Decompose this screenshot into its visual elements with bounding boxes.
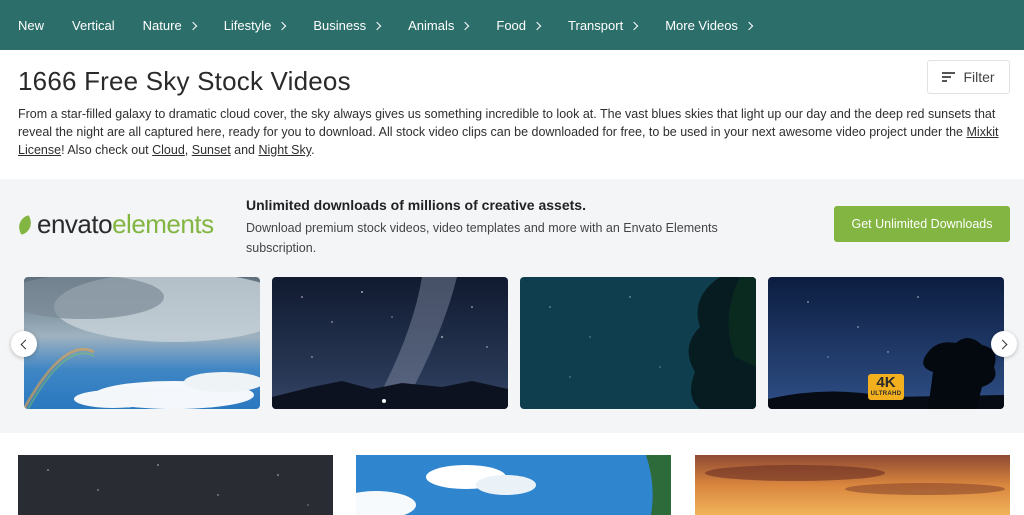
nav-item-label: Transport bbox=[568, 17, 624, 33]
chevron-right-icon bbox=[278, 21, 287, 30]
nav-item-label: Nature bbox=[142, 17, 182, 33]
nav-item-label: Business bbox=[313, 17, 367, 33]
nav-item-business[interactable]: Business bbox=[313, 17, 382, 33]
intro-separator: , bbox=[184, 143, 192, 157]
starry-sky-image bbox=[18, 455, 333, 515]
intro-paragraph: From a star-filled galaxy to dramatic cl… bbox=[18, 105, 1008, 159]
carousel-next-button[interactable] bbox=[991, 331, 1017, 357]
envato-banner: envato elements Unlimited downloads of mi… bbox=[0, 179, 1024, 433]
night-sky-link[interactable]: Night Sky bbox=[258, 143, 311, 157]
chevron-right-icon bbox=[372, 21, 382, 30]
chevron-right-icon bbox=[744, 21, 754, 30]
nav-item-nature[interactable]: Nature bbox=[142, 17, 197, 33]
nav-item-label: Vertical bbox=[72, 17, 115, 33]
video-thumbnail-night-tree[interactable]: 4K ULTRAHD bbox=[768, 277, 1004, 409]
banner-subtitle: Download premium stock videos, video tem… bbox=[246, 221, 718, 255]
badge-4k-text: 4K bbox=[876, 374, 896, 391]
top-nav: New Vertical Nature Lifestyle Business A… bbox=[0, 0, 1024, 50]
logo-text-envato: envato bbox=[37, 209, 113, 239]
chevron-left-icon bbox=[20, 339, 31, 349]
intro-separator: and bbox=[230, 143, 259, 157]
sunset-clouds-image bbox=[695, 455, 1010, 515]
starry-trees-image bbox=[520, 277, 756, 409]
sunset-link[interactable]: Sunset bbox=[192, 143, 231, 157]
chevron-right-icon bbox=[629, 21, 639, 30]
intro-text: ! Also check out bbox=[61, 143, 153, 157]
envato-elements-logo[interactable]: envato elements bbox=[15, 209, 214, 240]
clouds-rainbow-image bbox=[24, 277, 260, 409]
nav-item-vertical[interactable]: Vertical bbox=[72, 18, 115, 33]
intro-text: From a star-filled galaxy to dramatic cl… bbox=[18, 107, 996, 139]
get-unlimited-downloads-button[interactable]: Get Unlimited Downloads bbox=[834, 206, 1010, 242]
banner-title: Unlimited downloads of millions of creat… bbox=[246, 197, 586, 213]
video-card-blue-sky-clouds[interactable] bbox=[356, 455, 671, 515]
filter-label: Filter bbox=[963, 69, 995, 85]
logo-text-elements: elements bbox=[112, 209, 214, 239]
carousel-prev-button[interactable] bbox=[11, 331, 37, 357]
cloud-link[interactable]: Cloud bbox=[152, 143, 185, 157]
envato-leaf-icon bbox=[15, 214, 35, 235]
nav-item-animals[interactable]: Animals bbox=[408, 17, 470, 33]
video-thumbnail-clouds-rainbow[interactable] bbox=[24, 277, 260, 409]
chevron-right-icon bbox=[997, 339, 1008, 349]
video-card-sunset-clouds[interactable] bbox=[695, 455, 1010, 515]
intro-text: . bbox=[311, 143, 315, 157]
blue-sky-clouds-image bbox=[356, 455, 671, 515]
nav-item-food[interactable]: Food bbox=[496, 17, 542, 33]
nav-item-transport[interactable]: Transport bbox=[568, 17, 639, 33]
video-thumbnail-milky-way[interactable] bbox=[272, 277, 508, 409]
nav-item-label: Animals bbox=[408, 17, 455, 33]
filter-lines-icon bbox=[942, 72, 956, 82]
video-card-starry-sky[interactable] bbox=[18, 455, 333, 515]
nav-item-new[interactable]: New bbox=[18, 18, 44, 33]
4k-ultrahd-badge: 4K ULTRAHD bbox=[868, 374, 904, 400]
nav-item-more-videos[interactable]: More Videos bbox=[665, 17, 754, 33]
chevron-right-icon bbox=[461, 21, 470, 30]
filter-button[interactable]: Filter bbox=[927, 60, 1010, 94]
badge-ultrahd-text: ULTRAHD bbox=[870, 391, 902, 397]
nav-item-label: Lifestyle bbox=[223, 17, 272, 33]
page-title: 1666 Free Sky Stock Videos bbox=[18, 66, 351, 96]
chevron-right-icon bbox=[532, 21, 542, 30]
video-thumbnail-starry-trees[interactable] bbox=[520, 277, 756, 409]
nav-item-label: Food bbox=[496, 17, 527, 33]
nav-item-lifestyle[interactable]: Lifestyle bbox=[223, 17, 287, 33]
nav-item-label: More Videos bbox=[665, 17, 738, 33]
milky-way-image bbox=[272, 277, 508, 409]
nav-item-label: New bbox=[18, 17, 45, 33]
chevron-right-icon bbox=[188, 21, 197, 30]
